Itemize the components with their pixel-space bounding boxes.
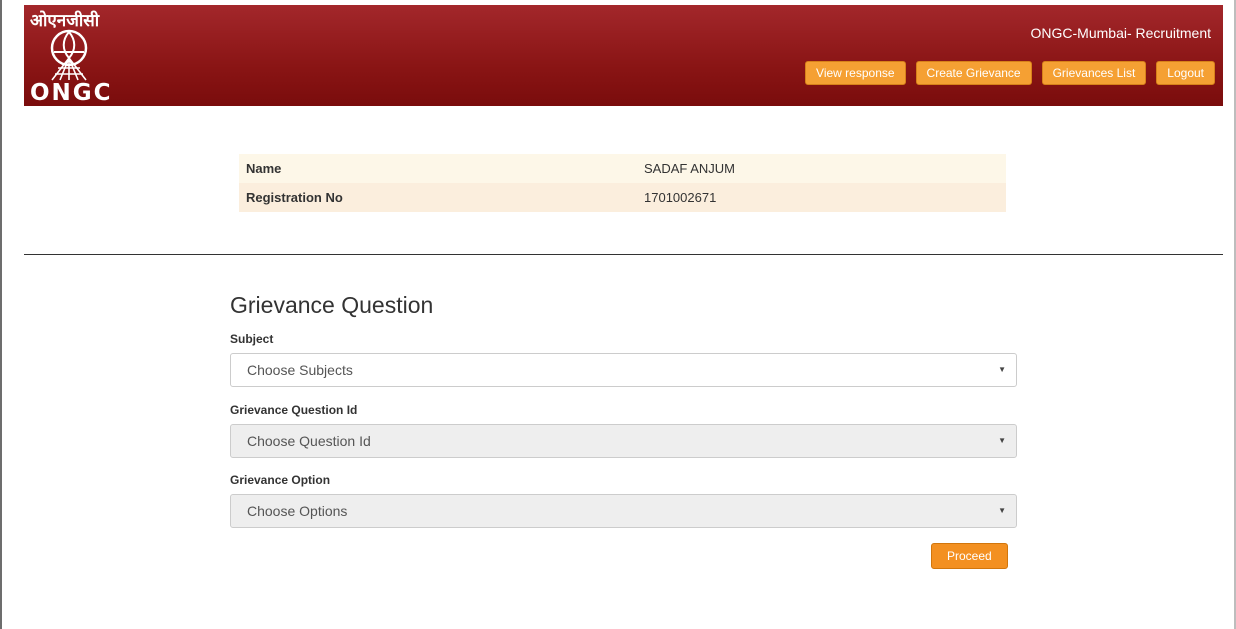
table-row: Name SADAF ANJUM (239, 154, 1006, 183)
chevron-down-icon: ▼ (998, 365, 1006, 374)
table-row: Registration No 1701002671 (239, 183, 1006, 212)
subject-select[interactable]: Choose Subjects ▼ (230, 353, 1017, 387)
site-header: ओएनजीसी ONGC ONGC-Mumbai- Recruitment Vi… (24, 5, 1223, 106)
question-id-select[interactable]: Choose Question Id ▼ (230, 424, 1017, 458)
name-value: SADAF ANJUM (644, 161, 736, 176)
chevron-down-icon: ▼ (998, 436, 1006, 445)
registration-label: Registration No (246, 190, 343, 205)
question-id-selected-value: Choose Question Id (247, 433, 371, 449)
question-id-label: Grievance Question Id (230, 403, 358, 417)
registration-value: 1701002671 (644, 190, 717, 205)
logout-button[interactable]: Logout (1156, 61, 1215, 85)
page-frame: ओएनजीसी ONGC ONGC-Mumbai- Recruitment Vi… (0, 0, 1236, 629)
option-label: Grievance Option (230, 473, 331, 487)
option-selected-value: Choose Options (247, 503, 348, 519)
candidate-info-table: Name SADAF ANJUM Registration No 1701002… (239, 154, 1006, 212)
logo-text: ONGC (30, 80, 113, 106)
name-label: Name (246, 161, 282, 176)
chevron-down-icon: ▼ (998, 506, 1006, 515)
section-divider (24, 254, 1223, 255)
subject-selected-value: Choose Subjects (247, 362, 353, 378)
form-title: Grievance Question (230, 292, 434, 318)
ongc-emblem-icon (50, 29, 88, 81)
site-title: ONGC-Mumbai- Recruitment (1030, 25, 1211, 41)
view-response-button[interactable]: View response (805, 61, 906, 85)
proceed-button[interactable]: Proceed (931, 543, 1008, 569)
subject-label: Subject (230, 332, 274, 346)
grievances-list-button[interactable]: Grievances List (1041, 61, 1147, 85)
option-select[interactable]: Choose Options ▼ (230, 494, 1017, 528)
ongc-logo[interactable]: ओएनजीसी ONGC (28, 8, 128, 106)
create-grievance-button[interactable]: Create Grievance (915, 61, 1032, 85)
header-nav: View response Create Grievance Grievance… (805, 61, 1215, 85)
